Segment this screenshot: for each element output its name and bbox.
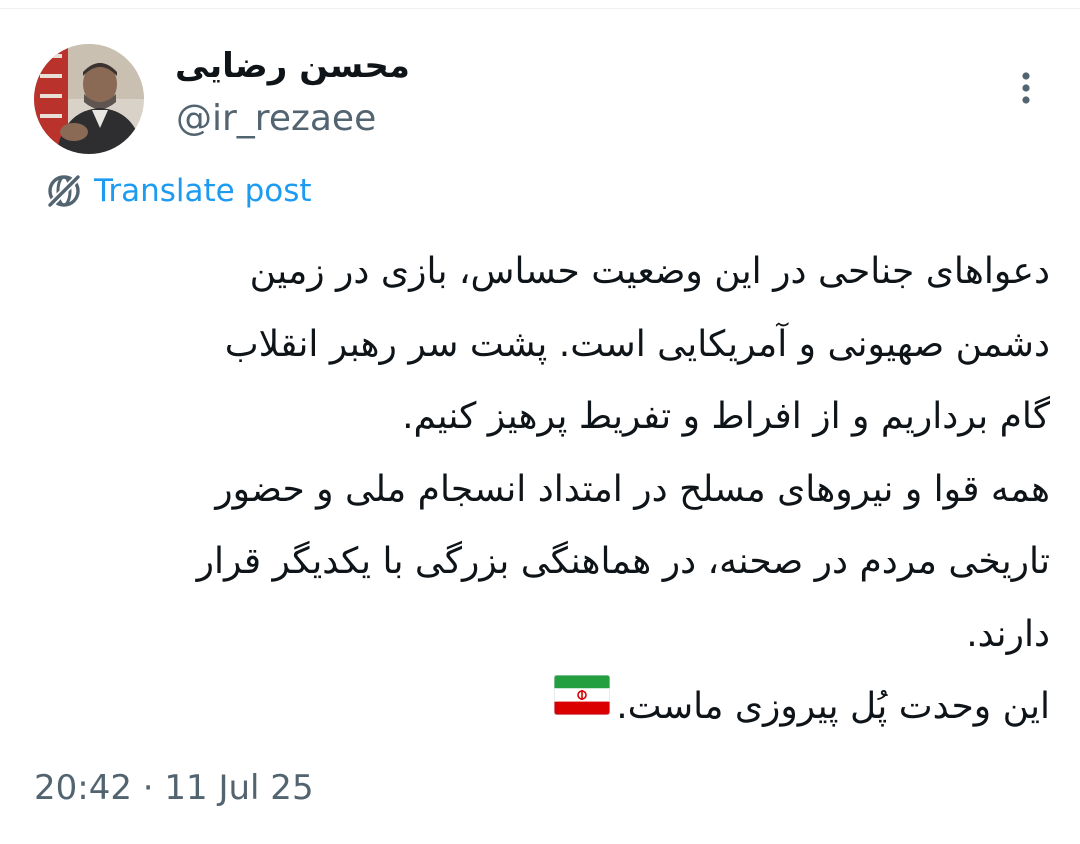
author-display-name[interactable]: محسن رضایی	[175, 46, 410, 86]
tweet-timestamp[interactable]: 20:42 · 11 Jul 25	[34, 768, 314, 808]
translate-post-label: Translate post	[94, 173, 312, 209]
author-handle[interactable]: @ir_rezaee	[176, 98, 376, 139]
tweet-text-line: این وحدت پُل پیروزی ماست.	[616, 686, 1050, 727]
more-options-button[interactable]	[1006, 66, 1046, 110]
tweet-text-line: گام برداریم و از افراط و تفریط پرهیز کنی…	[402, 396, 1050, 437]
tweet-text-line: همه قوا و نیروهای مسلح در امتداد انسجام …	[215, 468, 1050, 510]
tweet-text-line: تاریخی مردم در صحنه، در هماهنگی بزرگی با…	[196, 541, 1050, 582]
tweet-text-line: دشمن صهیونی و آمریکایی است. پشت سر رهبر …	[224, 323, 1050, 365]
profile-photo-icon	[34, 44, 144, 154]
globe-slash-icon	[47, 174, 81, 208]
tweet-text: دعواهای جناحی در این وضعیت حساس، بازی در…	[30, 236, 1050, 744]
top-divider	[0, 8, 1080, 9]
iran-flag-icon	[553, 668, 611, 741]
avatar[interactable]	[34, 44, 144, 154]
tweet-text-line: دارند.	[966, 613, 1050, 655]
tweet-text-line-last: این وحدت پُل پیروزی ماست.	[30, 671, 1050, 744]
translate-post-link[interactable]: Translate post	[44, 168, 312, 214]
more-vertical-icon	[1022, 72, 1030, 104]
tweet-text-line: دعواهای جناحی در این وضعیت حساس، بازی در…	[249, 251, 1050, 292]
